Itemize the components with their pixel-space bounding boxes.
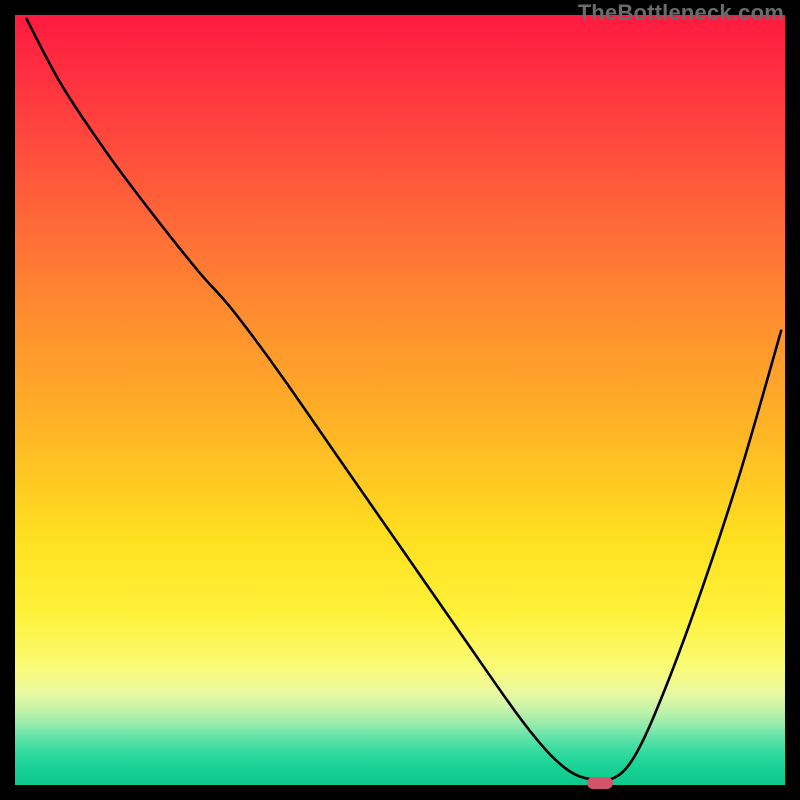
bottleneck-curve xyxy=(27,19,782,781)
watermark-text: TheBottleneck.com xyxy=(578,0,784,26)
chart-plot xyxy=(15,15,785,785)
optimal-point-marker xyxy=(587,777,613,789)
